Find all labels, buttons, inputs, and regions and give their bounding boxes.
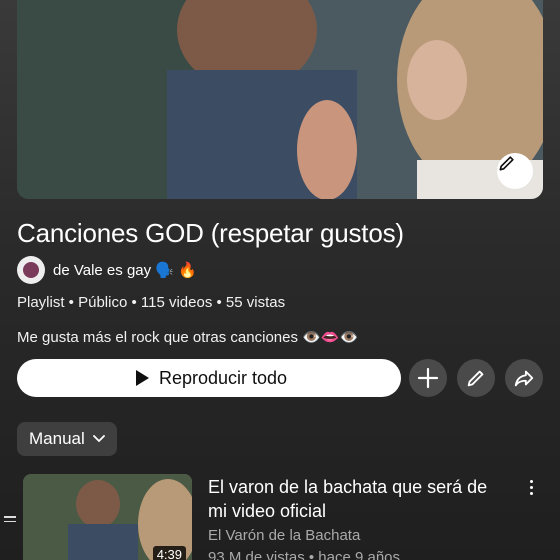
- video-stats: 93 M de vistas • hace 9 años: [208, 549, 401, 560]
- playlist-description[interactable]: Me gusta más el rock que otras canciones…: [17, 328, 358, 346]
- add-to-playlist-button[interactable]: [409, 359, 447, 397]
- pencil-icon: [467, 370, 484, 387]
- video-duration: 4:39: [152, 546, 186, 560]
- thumbnail-image: [17, 0, 543, 199]
- playlist-thumbnail[interactable]: [17, 0, 543, 199]
- play-all-button[interactable]: Reproducir todo: [17, 359, 401, 397]
- edit-playlist-button[interactable]: [457, 359, 495, 397]
- playlist-owner[interactable]: de Vale es gay 🗣️ 🔥: [17, 256, 197, 284]
- play-all-label: Reproducir todo: [158, 367, 288, 388]
- video-title[interactable]: El varon de la bachata que será de mi vi…: [208, 475, 508, 523]
- sort-label: Manual: [29, 429, 85, 448]
- share-icon: [514, 370, 534, 387]
- video-thumbnail[interactable]: 4:39: [23, 474, 192, 560]
- sort-dropdown[interactable]: Manual: [17, 422, 117, 456]
- chevron-down-icon: [92, 435, 105, 443]
- playlist-meta: Playlist • Público • 115 videos • 55 vis…: [17, 294, 286, 311]
- playlist-title: Canciones GOD (respetar gustos): [17, 218, 404, 248]
- play-icon: [135, 370, 149, 386]
- plus-icon: [417, 367, 439, 389]
- avatar: [17, 256, 45, 284]
- more-vert-icon[interactable]: [524, 480, 538, 498]
- edit-thumbnail-button[interactable]: [497, 153, 533, 189]
- owner-name: de Vale es gay 🗣️ 🔥: [53, 262, 197, 279]
- share-button[interactable]: [505, 359, 543, 397]
- video-channel[interactable]: El Varón de la Bachata: [208, 527, 360, 544]
- drag-handle-icon[interactable]: [4, 516, 16, 525]
- pencil-icon: [499, 156, 514, 171]
